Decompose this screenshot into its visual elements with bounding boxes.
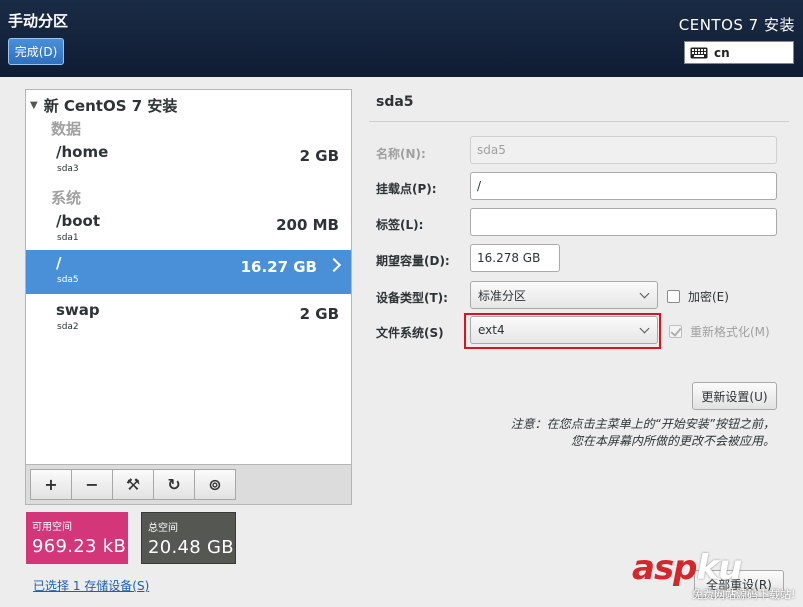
- divider: [369, 121, 789, 122]
- partition-size: 2 GB: [299, 147, 339, 165]
- tools-icon: ⚒: [125, 475, 141, 494]
- available-space-value: 969.23 kB: [32, 536, 127, 557]
- mount-point-label: 挂载点(P):: [376, 182, 437, 196]
- group-label-system: 系统: [51, 189, 82, 207]
- keyboard-layout-indicator[interactable]: cn: [684, 41, 794, 64]
- product-title: CENTOS 7 安装: [678, 16, 795, 34]
- filesystem-label: 文件系统(S): [376, 326, 444, 340]
- name-label: 名称(N):: [376, 147, 426, 161]
- partition-mount: swap: [56, 301, 100, 319]
- capacity-label: 期望容量(D):: [376, 254, 450, 268]
- keyboard-icon: [690, 47, 708, 58]
- header-bar: 手动分区 完成(D) CENTOS 7 安装 cn: [0, 0, 803, 77]
- note-text: 注意：在您点击主菜单上的“开始安装”按钮之前， 您在本屏幕内所做的更改不会被应用…: [511, 416, 775, 450]
- encrypt-label: 加密(E): [688, 290, 729, 304]
- tree-root-label: 新 CentOS 7 安装: [43, 97, 178, 115]
- partition-device: sda3: [57, 164, 79, 174]
- tree-root[interactable]: ▼ 新 CentOS 7 安装: [30, 95, 177, 116]
- add-partition-button[interactable]: +: [30, 469, 72, 500]
- disk-icon: ⊚: [208, 475, 222, 494]
- partition-row-selected[interactable]: / sda5 16.27 GB: [26, 250, 351, 294]
- update-settings-button[interactable]: 更新设置(U): [692, 382, 777, 410]
- configure-button[interactable]: ⚒: [112, 469, 154, 500]
- reformat-label: 重新格式化(M): [690, 325, 770, 339]
- detail-title: sda5: [376, 94, 414, 110]
- tag-input[interactable]: [470, 208, 777, 236]
- selected-storage-link[interactable]: 已选择 1 存储设备(S): [33, 577, 149, 594]
- keyboard-layout-label: cn: [714, 45, 730, 60]
- total-space-label: 总空间: [148, 523, 178, 534]
- watermark-subtext: 免费网站源码下载站!: [692, 588, 796, 601]
- watermark-text: asp: [632, 548, 698, 588]
- device-type-select[interactable]: 标准分区: [470, 281, 658, 309]
- group-label-data: 数据: [51, 120, 82, 138]
- reformat-checkbox: 重新格式化(M): [669, 323, 770, 340]
- note-line-1: 注意：在您点击主菜单上的“开始安装”按钮之前，: [510, 417, 775, 431]
- partition-mount: /: [56, 254, 62, 272]
- chevron-down-icon: [639, 288, 650, 299]
- partition-size: 16.27 GB: [240, 258, 317, 276]
- partition-device: sda1: [57, 233, 79, 243]
- partition-row[interactable]: swap sda2 2 GB: [26, 297, 351, 341]
- encrypt-checkbox[interactable]: 加密(E): [667, 288, 729, 305]
- partition-toolbar: + − ⚒ ↻ ⊚: [25, 465, 352, 505]
- note-line-2: 您在本屏幕内所做的更改不会被应用。: [570, 434, 775, 448]
- watermark-text-ku: ku: [696, 548, 743, 588]
- device-type-value: 标准分区: [478, 288, 527, 303]
- device-type-label: 设备类型(T):: [376, 291, 448, 305]
- refresh-icon: ↻: [167, 475, 181, 494]
- tag-label: 标签(L):: [376, 218, 424, 232]
- total-space-box: 总空间 20.48 GB: [141, 512, 236, 564]
- partition-mount: /home: [56, 143, 109, 161]
- name-field: sda5: [470, 136, 777, 164]
- partition-device: sda2: [57, 322, 79, 332]
- checkbox-box[interactable]: [667, 290, 680, 303]
- highlight-box: [464, 313, 661, 349]
- partition-size: 2 GB: [299, 305, 339, 323]
- total-space-value: 20.48 GB: [148, 537, 234, 558]
- available-space-label: 可用空间: [32, 522, 72, 533]
- partition-mount: /boot: [56, 212, 100, 230]
- partition-tree: ▼ 新 CentOS 7 安装 数据 /home sda3 2 GB 系统 /b…: [25, 89, 352, 465]
- watermark-logo: aspku 免费网站源码下载站!: [632, 548, 802, 606]
- done-button[interactable]: 完成(D): [8, 38, 64, 65]
- capacity-input[interactable]: 16.278 GB: [470, 244, 560, 272]
- mount-point-input[interactable]: /: [470, 172, 777, 200]
- partition-row[interactable]: /home sda3 2 GB: [26, 139, 351, 183]
- available-space-box: 可用空间 969.23 kB: [26, 512, 128, 564]
- expander-triangle-icon[interactable]: ▼: [30, 100, 38, 111]
- partition-row[interactable]: /boot sda1 200 MB: [26, 208, 351, 252]
- chevron-right-icon: [326, 257, 342, 273]
- page-title: 手动分区: [8, 12, 69, 30]
- partition-device: sda5: [57, 275, 79, 285]
- checkbox-box: [669, 325, 682, 338]
- refresh-button[interactable]: ↻: [153, 469, 195, 500]
- partition-size: 200 MB: [276, 216, 339, 234]
- disk-button[interactable]: ⊚: [194, 469, 236, 500]
- remove-partition-button[interactable]: −: [71, 469, 113, 500]
